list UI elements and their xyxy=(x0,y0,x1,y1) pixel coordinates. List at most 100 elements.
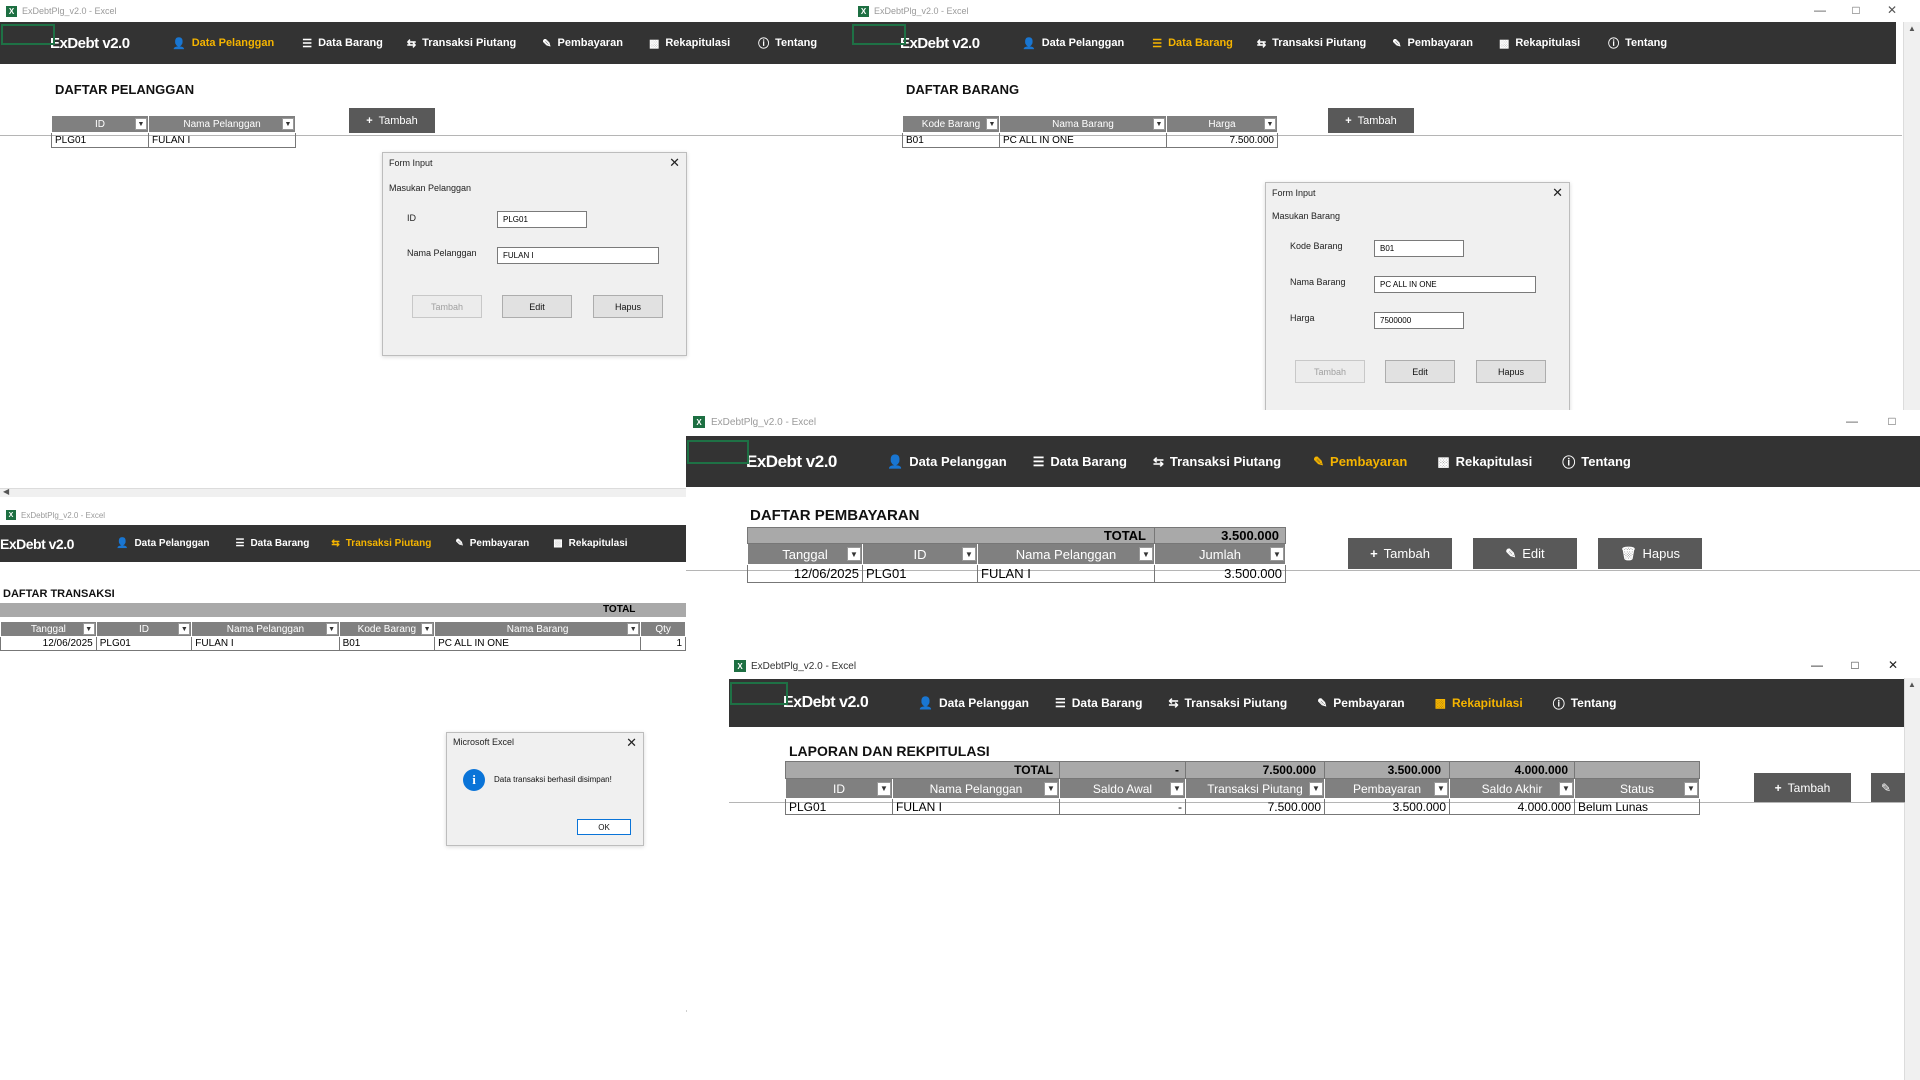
nav-data-pelanggan[interactable]: 👤 Data Pelanggan xyxy=(172,37,274,50)
nav-rekapitulasi[interactable]: ▩ Rekapitulasi xyxy=(1435,696,1523,710)
cell-saldo-awal[interactable]: - xyxy=(1059,798,1186,815)
cell-nama[interactable]: FULAN I xyxy=(148,132,296,148)
harga-field[interactable]: 7500000 xyxy=(1374,312,1464,329)
id-field[interactable]: PLG01 xyxy=(497,211,587,228)
edit-button-partial[interactable]: ✎ xyxy=(1871,773,1905,802)
filter-dropdown-icon[interactable]: ▼ xyxy=(1044,781,1058,796)
filter-dropdown-icon[interactable]: ▼ xyxy=(82,623,95,635)
form-edit-button[interactable]: Edit xyxy=(1385,360,1455,383)
nav-rekapitulasi[interactable]: ▩ Rekapitulasi xyxy=(1499,37,1580,50)
form-edit-button[interactable]: Edit xyxy=(502,295,572,318)
cell-harga[interactable]: 7.500.000 xyxy=(1166,132,1278,148)
form-hapus-button[interactable]: Hapus xyxy=(1476,360,1546,383)
nav-pembayaran[interactable]: ✎ Pembayaran xyxy=(455,538,529,549)
nav-pembayaran[interactable]: ✎ Pembayaran xyxy=(542,37,623,50)
filter-dropdown-icon[interactable]: ▼ xyxy=(1434,781,1448,796)
vertical-scrollbar[interactable]: ▲ xyxy=(1903,22,1920,420)
scroll-up-icon[interactable]: ▲ xyxy=(1908,680,1916,689)
filter-dropdown-icon[interactable]: ▼ xyxy=(1153,118,1165,130)
maximize-icon[interactable]: □ xyxy=(1838,3,1874,17)
cell-tanggal[interactable]: 12/06/2025 xyxy=(0,636,97,651)
kode-barang-field[interactable]: B01 xyxy=(1374,240,1464,257)
scroll-left-icon[interactable]: ◀ xyxy=(3,487,9,496)
nav-data-barang[interactable]: ☰ Data Barang xyxy=(1152,37,1233,50)
cell-kode-barang[interactable]: B01 xyxy=(338,636,436,651)
filter-dropdown-icon[interactable]: ▼ xyxy=(325,623,338,635)
nav-data-pelanggan[interactable]: 👤 Data Pelanggan xyxy=(1022,37,1124,50)
nav-data-pelanggan[interactable]: 👤 Data Pelanggan xyxy=(918,696,1029,710)
nav-pembayaran[interactable]: ✎ Pembayaran xyxy=(1392,37,1473,50)
form-tambah-button[interactable]: Tambah xyxy=(412,295,482,318)
nav-transaksi-piutang[interactable]: ⇆ Transaksi Piutang xyxy=(407,37,516,50)
maximize-icon[interactable]: □ xyxy=(1872,414,1912,428)
tambah-button[interactable]: + Tambah xyxy=(1328,108,1414,133)
nav-tentang[interactable]: ⓘ Tentang xyxy=(1562,452,1631,471)
minimize-icon[interactable]: — xyxy=(1798,658,1836,672)
filter-dropdown-icon[interactable]: ▼ xyxy=(627,623,640,635)
cell-status[interactable]: Belum Lunas xyxy=(1574,798,1700,815)
cell-id[interactable]: PLG01 xyxy=(95,636,193,651)
tambah-button[interactable]: + Tambah xyxy=(1754,773,1851,802)
filter-dropdown-icon[interactable]: ▼ xyxy=(877,781,891,796)
nav-transaksi-piutang[interactable]: ⇆ Transaksi Piutang xyxy=(331,538,431,549)
filter-dropdown-icon[interactable]: ▼ xyxy=(1264,118,1276,130)
nav-tentang[interactable]: ⓘ Tentang xyxy=(1608,35,1667,51)
filter-dropdown-icon[interactable]: ▼ xyxy=(282,118,294,130)
nav-data-pelanggan[interactable]: 👤 Data Pelanggan xyxy=(887,454,1007,470)
cell-jumlah[interactable]: 3.500.000 xyxy=(1154,564,1286,583)
vertical-scrollbar[interactable]: ▲ xyxy=(1904,678,1920,1080)
nav-data-barang[interactable]: ☰ Data Barang xyxy=(1033,454,1127,470)
table-row[interactable]: PLG01 FULAN I - 7.500.000 3.500.000 4.00… xyxy=(785,798,1700,815)
table-row[interactable]: B01 PC ALL IN ONE 7.500.000 xyxy=(902,132,1278,148)
hapus-button[interactable]: 🗑 Hapus xyxy=(1598,538,1702,569)
minimize-icon[interactable]: — xyxy=(1802,3,1838,17)
scroll-up-icon[interactable]: ▲ xyxy=(1908,24,1916,33)
close-icon[interactable]: ✕ xyxy=(669,155,680,171)
nav-transaksi-piutang[interactable]: ⇆ Transaksi Piutang xyxy=(1153,454,1281,470)
nav-data-barang[interactable]: ☰ Data Barang xyxy=(1055,696,1142,710)
cell-nama-pelanggan[interactable]: FULAN I xyxy=(977,564,1155,583)
form-hapus-button[interactable]: Hapus xyxy=(593,295,663,318)
nav-transaksi-piutang[interactable]: ⇆ Transaksi Piutang xyxy=(1257,37,1366,50)
nama-barang-field[interactable]: PC ALL IN ONE xyxy=(1374,276,1536,293)
cell-transaksi-piutang[interactable]: 7.500.000 xyxy=(1185,798,1325,815)
close-icon[interactable]: ✕ xyxy=(1874,3,1910,17)
cell-nama-pelanggan[interactable]: FULAN I xyxy=(892,798,1060,815)
nav-rekapitulasi[interactable]: ▩ Rekapitulasi xyxy=(1437,454,1532,470)
table-row[interactable]: PLG01 FULAN I xyxy=(51,132,296,148)
edit-button[interactable]: ✎ Edit xyxy=(1473,538,1577,569)
cell-qty[interactable]: 1 xyxy=(640,636,686,651)
nav-pembayaran[interactable]: ✎ Pembayaran xyxy=(1317,696,1404,710)
minimize-icon[interactable]: — xyxy=(1832,414,1872,428)
nav-pembayaran[interactable]: ✎ Pembayaran xyxy=(1313,454,1407,470)
nav-tentang[interactable]: ⓘ Tentang xyxy=(1553,695,1617,712)
filter-dropdown-icon[interactable]: ▼ xyxy=(1684,781,1698,796)
cell-pembayaran[interactable]: 3.500.000 xyxy=(1324,798,1450,815)
tambah-button[interactable]: + Tambah xyxy=(349,108,435,133)
nav-rekapitulasi[interactable]: ▩ Rekapitulasi xyxy=(649,37,730,50)
nav-transaksi-piutang[interactable]: ⇆ Transaksi Piutang xyxy=(1168,696,1287,710)
cell-id[interactable]: PLG01 xyxy=(51,132,149,148)
cell-id[interactable]: PLG01 xyxy=(862,564,978,583)
cell-nama-barang[interactable]: PC ALL IN ONE xyxy=(434,636,642,651)
filter-dropdown-icon[interactable]: ▼ xyxy=(421,623,434,635)
cell-kode[interactable]: B01 xyxy=(902,132,1000,148)
horizontal-scrollbar[interactable]: ◀ xyxy=(0,487,686,497)
close-icon[interactable]: ✕ xyxy=(626,735,637,751)
nav-data-barang[interactable]: ☰ Data Barang xyxy=(235,538,309,549)
filter-dropdown-icon[interactable]: ▼ xyxy=(1309,781,1323,796)
nav-data-barang[interactable]: ☰ Data Barang xyxy=(302,37,383,50)
cell-nama-barang[interactable]: PC ALL IN ONE xyxy=(999,132,1167,148)
tambah-button[interactable]: + Tambah xyxy=(1348,538,1452,569)
nav-rekapitulasi[interactable]: ▩ Rekapitulasi xyxy=(553,538,627,549)
cell-tanggal[interactable]: 12/06/2025 xyxy=(747,564,863,583)
close-icon[interactable]: ✕ xyxy=(1552,185,1563,201)
filter-dropdown-icon[interactable]: ▼ xyxy=(135,118,147,130)
nama-pelanggan-field[interactable]: FULAN I xyxy=(497,247,659,264)
table-row[interactable]: 12/06/2025 PLG01 FULAN I B01 PC ALL IN O… xyxy=(0,636,686,651)
filter-dropdown-icon[interactable]: ▼ xyxy=(1139,547,1153,561)
ok-button[interactable]: OK xyxy=(577,819,631,835)
filter-dropdown-icon[interactable]: ▼ xyxy=(178,623,191,635)
filter-dropdown-icon[interactable]: ▼ xyxy=(986,118,998,130)
filter-dropdown-icon[interactable]: ▼ xyxy=(847,547,861,561)
